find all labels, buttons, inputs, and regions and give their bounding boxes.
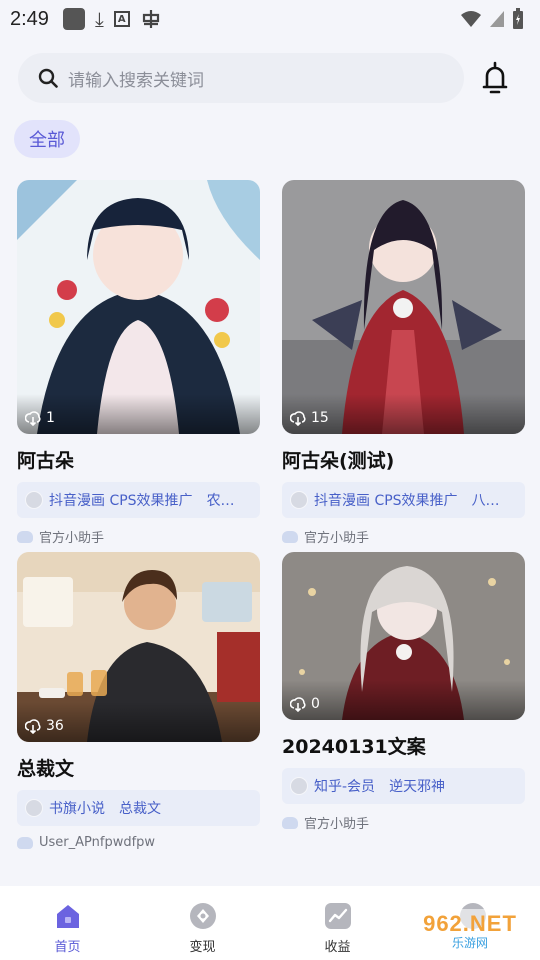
cloud-avatar-icon — [282, 816, 298, 829]
tag-row: 书旗小说 总裁文 — [17, 790, 260, 826]
compass-icon — [189, 903, 216, 929]
nav-label: 首页 — [54, 940, 81, 955]
download-count: 15 — [290, 410, 329, 426]
nav-label: 收益 — [324, 940, 351, 955]
bell-icon[interactable] — [478, 60, 512, 96]
card-item[interactable]: 0 20240131文案 知乎-会员 逆天邪神 官方小助手 — [282, 552, 525, 832]
app-square-icon — [62, 8, 85, 30]
card-item[interactable]: 15 阿古朵(测试) 抖音漫画 CPS效果推广 八… 官方小助手 — [282, 180, 525, 546]
card-title: 阿古朵 — [17, 450, 75, 472]
search-placeholder: 请输入搜索关键词 — [68, 70, 204, 91]
search-icon — [38, 68, 58, 88]
nav-item-earnings[interactable]: 收益 — [270, 886, 405, 960]
card-image: 36 — [17, 552, 260, 742]
card-title: 总裁文 — [17, 758, 75, 780]
card-title: 阿古朵(测试) — [282, 450, 395, 472]
card-image: 1 — [17, 180, 260, 434]
tag-avatar — [290, 777, 308, 795]
tag-avatar — [25, 491, 43, 509]
tag-avatar — [290, 491, 308, 509]
watermark-logo: 962.NET 乐游网 — [402, 909, 538, 953]
card-image: 15 — [282, 180, 525, 434]
nav-item-monetize[interactable]: 变现 — [135, 886, 270, 960]
bug-icon — [142, 10, 159, 28]
filter-chip-all[interactable]: 全部 — [14, 120, 80, 158]
tag-row: 知乎-会员 逆天邪神 — [282, 768, 525, 804]
status-bar: 2:49 ⤓ A — [0, 0, 540, 38]
cloud-avatar-icon — [17, 530, 33, 543]
tag-label: 抖音漫画 CPS效果推广 八… — [314, 493, 500, 509]
download-count: 36 — [25, 718, 64, 734]
card-item[interactable]: 1 阿古朵 抖音漫画 CPS效果推广 农… 官方小助手 — [17, 180, 260, 546]
tag-row: 抖音漫画 CPS效果推广 农… — [17, 482, 260, 518]
wifi-icon — [461, 11, 481, 27]
author-name: 官方小助手 — [39, 531, 105, 546]
author-row: 官方小助手 — [282, 813, 525, 832]
author-name: User_APnfpwdfpw — [39, 835, 156, 850]
home-icon — [56, 905, 79, 928]
status-time: 2:49 — [10, 7, 49, 30]
tag-label: 知乎-会员 逆天邪神 — [314, 779, 446, 795]
download-icon: ⤓ — [94, 7, 104, 31]
download-cloud-icon — [290, 697, 306, 712]
cloud-avatar-icon — [17, 836, 33, 849]
author-name: 官方小助手 — [304, 531, 370, 546]
tag-avatar — [25, 799, 43, 817]
card-image: 0 — [282, 552, 525, 720]
author-row: 官方小助手 — [282, 527, 525, 546]
download-cloud-icon — [25, 411, 41, 426]
download-cloud-icon — [25, 719, 41, 734]
nav-item-home[interactable]: 首页 — [0, 886, 135, 960]
signal-icon — [490, 11, 504, 27]
author-name: 官方小助手 — [304, 817, 370, 832]
download-count: 0 — [290, 696, 320, 712]
author-row: User_APnfpwdfpw — [17, 835, 260, 850]
search-input[interactable]: 请输入搜索关键词 — [18, 53, 464, 103]
cloud-avatar-icon — [282, 530, 298, 543]
tag-row: 抖音漫画 CPS效果推广 八… — [282, 482, 525, 518]
nav-label: 变现 — [189, 940, 216, 955]
tag-label: 抖音漫画 CPS效果推广 农… — [49, 493, 235, 509]
download-count: 1 — [25, 410, 55, 426]
download-cloud-icon — [290, 411, 306, 426]
battery-icon — [513, 8, 523, 29]
card-title: 20240131文案 — [282, 736, 426, 758]
a-badge-icon: A — [113, 11, 130, 27]
chart-icon — [324, 903, 351, 929]
watermark-bottom: 乐游网 — [451, 936, 488, 950]
author-row: 官方小助手 — [17, 527, 260, 546]
card-item[interactable]: 36 总裁文 书旗小说 总裁文 User_APnfpwdfpw — [17, 552, 260, 850]
tag-label: 书旗小说 总裁文 — [49, 801, 161, 817]
